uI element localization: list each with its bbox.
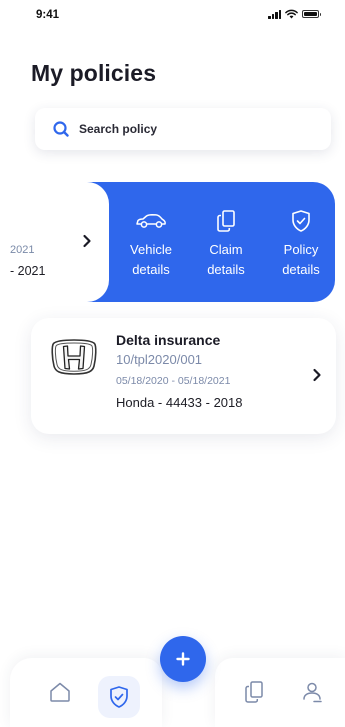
honda-logo — [51, 339, 97, 375]
car-icon — [136, 213, 166, 228]
policy-number: 10/tpl2020/001 — [116, 352, 203, 367]
policy-vehicle-partial: - 2021 — [10, 264, 46, 278]
home-icon — [50, 682, 70, 702]
policy-card-front[interactable]: 2021 - 2021 — [10, 182, 109, 302]
plus-icon — [176, 652, 190, 666]
nav-home-button[interactable] — [46, 678, 74, 706]
chevron-right-icon[interactable] — [82, 234, 92, 248]
vehicle-details-button[interactable]: Vehicle details — [121, 208, 181, 280]
shield-check-icon — [110, 686, 128, 708]
policy-details-label: Policy details — [282, 242, 320, 277]
claim-details-button[interactable]: Claim details — [196, 208, 256, 280]
wifi-icon — [285, 9, 298, 19]
documents-icon — [217, 210, 235, 232]
policy-details-button[interactable]: Policy details — [271, 208, 331, 280]
policy-vehicle: Honda - 44433 - 2018 — [116, 395, 243, 410]
policy-dates-partial: 2021 — [10, 244, 35, 256]
search-icon — [53, 121, 69, 137]
policy-card[interactable]: Delta insurance 10/tpl2020/001 05/18/202… — [31, 318, 336, 434]
policy-dates: 05/18/2020 - 05/18/2021 — [116, 375, 231, 387]
search-box[interactable] — [35, 108, 331, 150]
swiped-policy-card[interactable]: 2021 - 2021 Vehicle details Claim detail… — [10, 182, 335, 302]
chevron-right-icon[interactable] — [312, 368, 322, 382]
page-title: My policies — [31, 60, 157, 86]
claim-details-label: Claim details — [207, 242, 245, 277]
nav-profile-button[interactable] — [298, 678, 326, 706]
profile-icon — [303, 682, 322, 703]
battery-icon — [302, 10, 321, 18]
nav-policies-button[interactable] — [98, 676, 140, 718]
insurer-name: Delta insurance — [116, 332, 221, 348]
signal-icon — [268, 9, 281, 19]
add-policy-button[interactable] — [160, 636, 206, 682]
status-icons — [268, 9, 321, 19]
vehicle-details-label: Vehicle details — [130, 242, 172, 277]
search-input[interactable] — [79, 122, 299, 136]
status-bar: 9:41 — [0, 0, 345, 30]
nav-documents-button[interactable] — [240, 678, 268, 706]
status-time: 9:41 — [36, 9, 60, 21]
shield-check-icon — [292, 210, 310, 232]
documents-icon — [245, 681, 263, 703]
